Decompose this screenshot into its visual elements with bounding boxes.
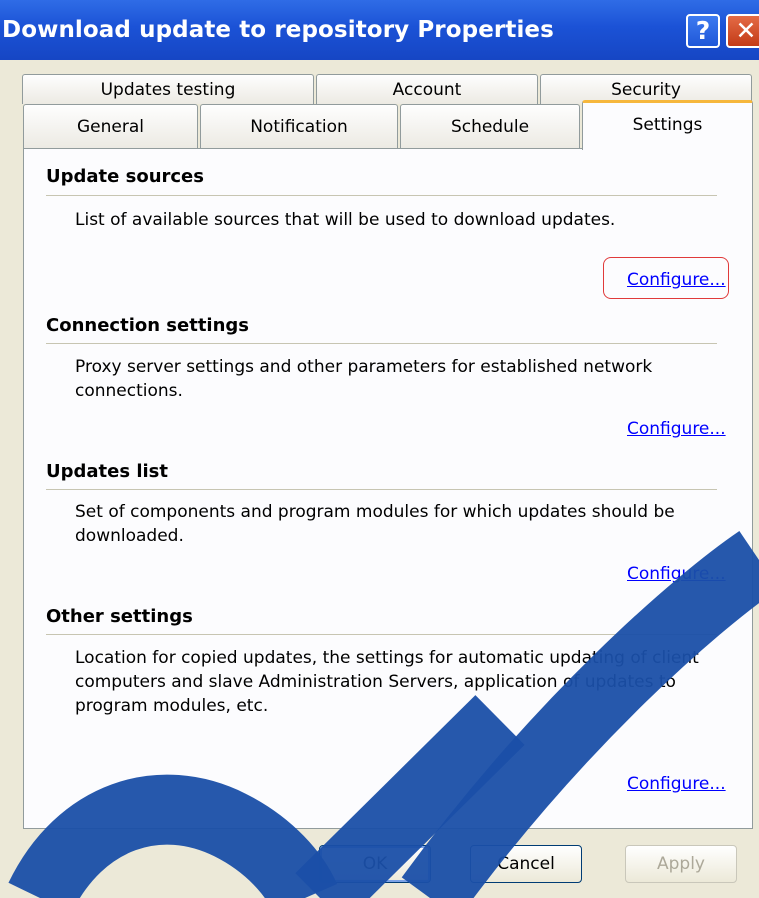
tab-general[interactable]: General xyxy=(23,104,198,148)
section-description-connection-settings: Proxy server settings and other paramete… xyxy=(75,357,653,401)
tab-account[interactable]: Account xyxy=(316,74,538,104)
title-bar[interactable]: Download update to repository Properties… xyxy=(0,0,759,60)
ok-button[interactable]: OK xyxy=(319,845,431,883)
section-title-other-settings: Other settings xyxy=(46,606,193,627)
help-icon[interactable]: ? xyxy=(686,14,720,48)
configure-update-sources-link[interactable]: Configure... xyxy=(627,270,726,290)
section-divider xyxy=(46,195,717,196)
close-icon[interactable]: ✕ xyxy=(726,14,759,48)
tab-schedule[interactable]: Schedule xyxy=(400,104,580,148)
configure-connection-settings-link[interactable]: Configure... xyxy=(627,419,726,439)
window-title: Download update to repository Properties xyxy=(2,17,554,43)
tab-settings[interactable]: Settings xyxy=(582,100,753,150)
section-description-updates-list: Set of components and program modules fo… xyxy=(75,502,675,546)
cancel-button[interactable]: Cancel xyxy=(470,845,582,883)
section-divider xyxy=(46,634,717,635)
configure-updates-list-link[interactable]: Configure... xyxy=(627,564,726,584)
section-description-other-settings: Location for copied updates, the setting… xyxy=(75,648,699,716)
tab-updates-testing[interactable]: Updates testing xyxy=(22,74,314,104)
section-title-updates-list: Updates list xyxy=(46,461,168,482)
section-title-update-sources: Update sources xyxy=(46,166,204,187)
tab-notification[interactable]: Notification xyxy=(200,104,398,148)
section-title-connection-settings: Connection settings xyxy=(46,315,250,336)
apply-button[interactable]: Apply xyxy=(625,845,737,883)
configure-other-settings-link[interactable]: Configure... xyxy=(627,774,726,794)
section-divider xyxy=(46,343,717,344)
section-divider xyxy=(46,489,717,490)
section-description-update-sources: List of available sources that will be u… xyxy=(75,210,616,230)
